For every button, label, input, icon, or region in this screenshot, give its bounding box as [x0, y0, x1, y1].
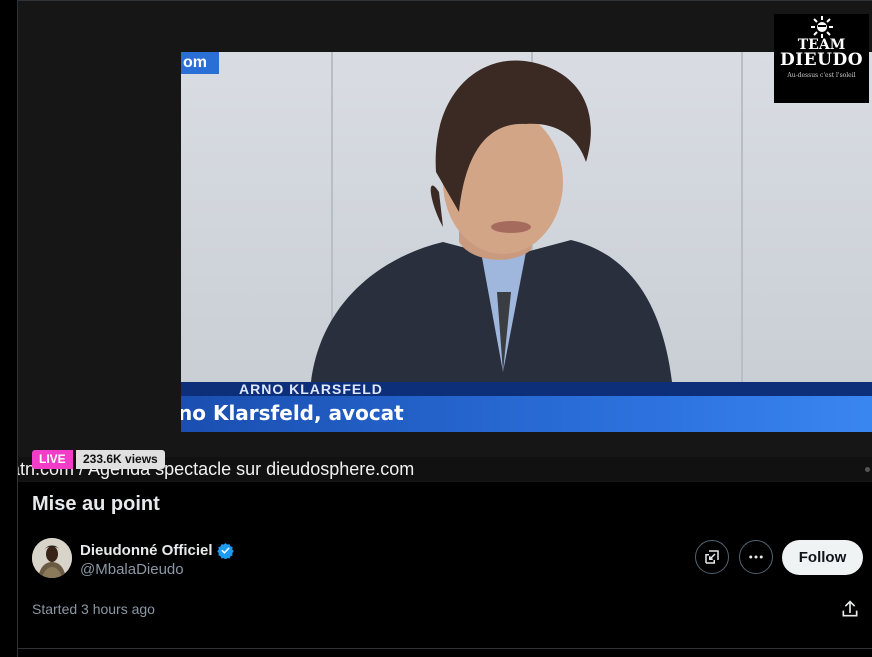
logo-line-2: DIEUDO: [779, 50, 864, 70]
lower-third-top: ARNO KLARSFELD: [181, 382, 872, 396]
bottom-divider: [18, 648, 872, 649]
speaker-figure: [311, 60, 672, 382]
logo-tagline: Au-dessus c'est l'soleil: [787, 72, 856, 79]
left-edge: [0, 0, 18, 657]
lower-third-name: no Klarsfeld, avocat: [181, 398, 404, 428]
started-time: Started 3 hours ago: [32, 601, 155, 617]
player-top-divider: [18, 0, 872, 1]
share-icon[interactable]: [840, 599, 860, 619]
more-options-button[interactable]: [739, 540, 773, 574]
ticker-dot: [865, 467, 870, 472]
author-name-row[interactable]: Dieudonné Officiel: [80, 540, 234, 560]
avatar[interactable]: [32, 538, 72, 578]
broadcast-title: Mise au point: [32, 493, 160, 515]
lower-third-name-text: no Klarsfeld, avocat: [181, 401, 404, 425]
more-options-icon: [749, 555, 763, 559]
follow-button[interactable]: Follow: [782, 540, 863, 575]
avatar-image: [32, 538, 72, 578]
picture-in-picture-icon: [705, 550, 719, 564]
views-count: 233.6K views: [76, 450, 165, 469]
lower-third: ARNO KLARSFELD no Klarsfeld, avocat: [181, 382, 872, 432]
author-handle[interactable]: @MbalaDieudo: [80, 561, 184, 578]
team-dieudo-logo: TEAM DIEUDO Au-dessus c'est l'soleil: [774, 14, 869, 103]
sun-icon: [810, 16, 833, 38]
picture-in-picture-button[interactable]: [695, 540, 729, 574]
author-name[interactable]: Dieudonné Officiel: [80, 542, 213, 559]
live-badge: LIVE: [32, 450, 73, 469]
video-frame[interactable]: om ARNO KLARSFELD no Klarsfeld, avocat: [181, 52, 872, 432]
verified-badge-icon: [216, 542, 234, 559]
